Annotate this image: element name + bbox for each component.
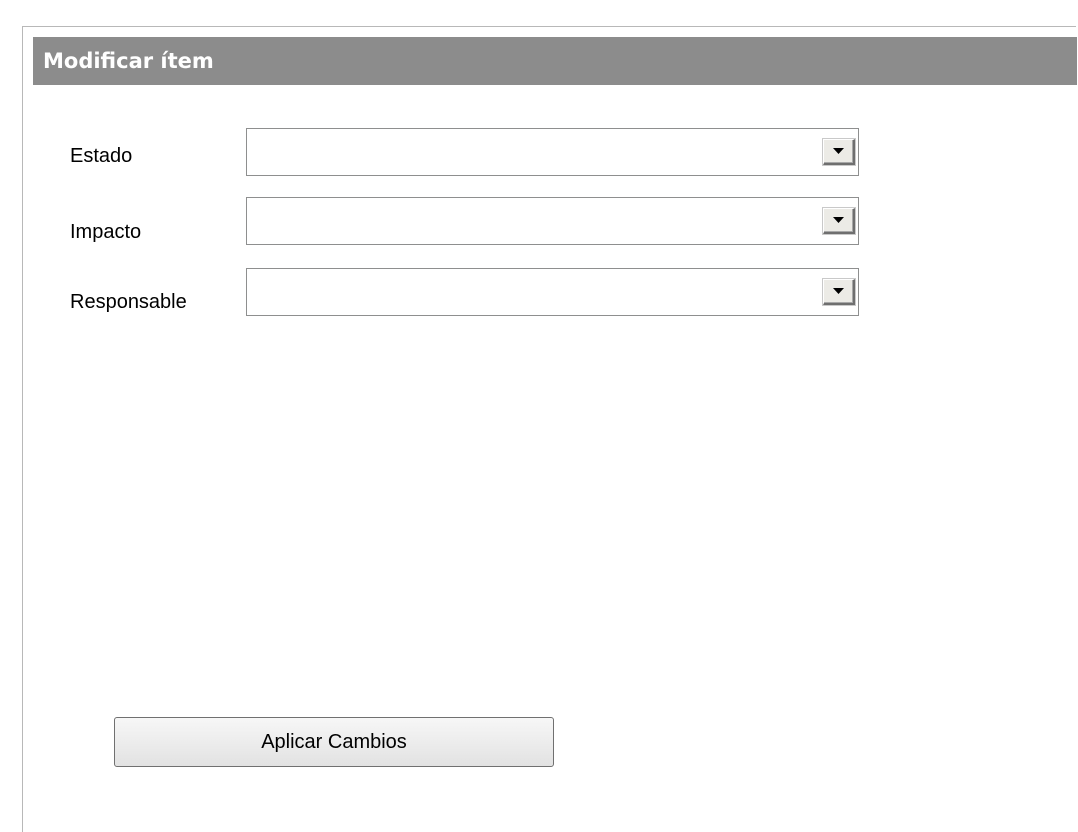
chevron-down-icon bbox=[833, 148, 844, 154]
modify-item-panel: Modificar ítem Estado Impacto Responsabl… bbox=[22, 26, 1077, 832]
responsable-select[interactable] bbox=[246, 268, 859, 316]
impacto-select[interactable] bbox=[246, 197, 859, 245]
apply-changes-button[interactable]: Aplicar Cambios bbox=[114, 717, 554, 767]
panel-title: Modificar ítem bbox=[43, 49, 214, 73]
estado-select[interactable] bbox=[246, 128, 859, 176]
responsable-label: Responsable bbox=[70, 291, 187, 313]
estado-dropdown-button[interactable] bbox=[823, 139, 855, 165]
impacto-label: Impacto bbox=[70, 221, 142, 243]
responsable-dropdown-button[interactable] bbox=[823, 279, 855, 305]
chevron-down-icon bbox=[833, 217, 844, 223]
estado-label: Estado bbox=[70, 145, 133, 167]
impacto-dropdown-button[interactable] bbox=[823, 208, 855, 234]
chevron-down-icon bbox=[833, 288, 844, 294]
panel-title-bar: Modificar ítem bbox=[33, 37, 1077, 85]
